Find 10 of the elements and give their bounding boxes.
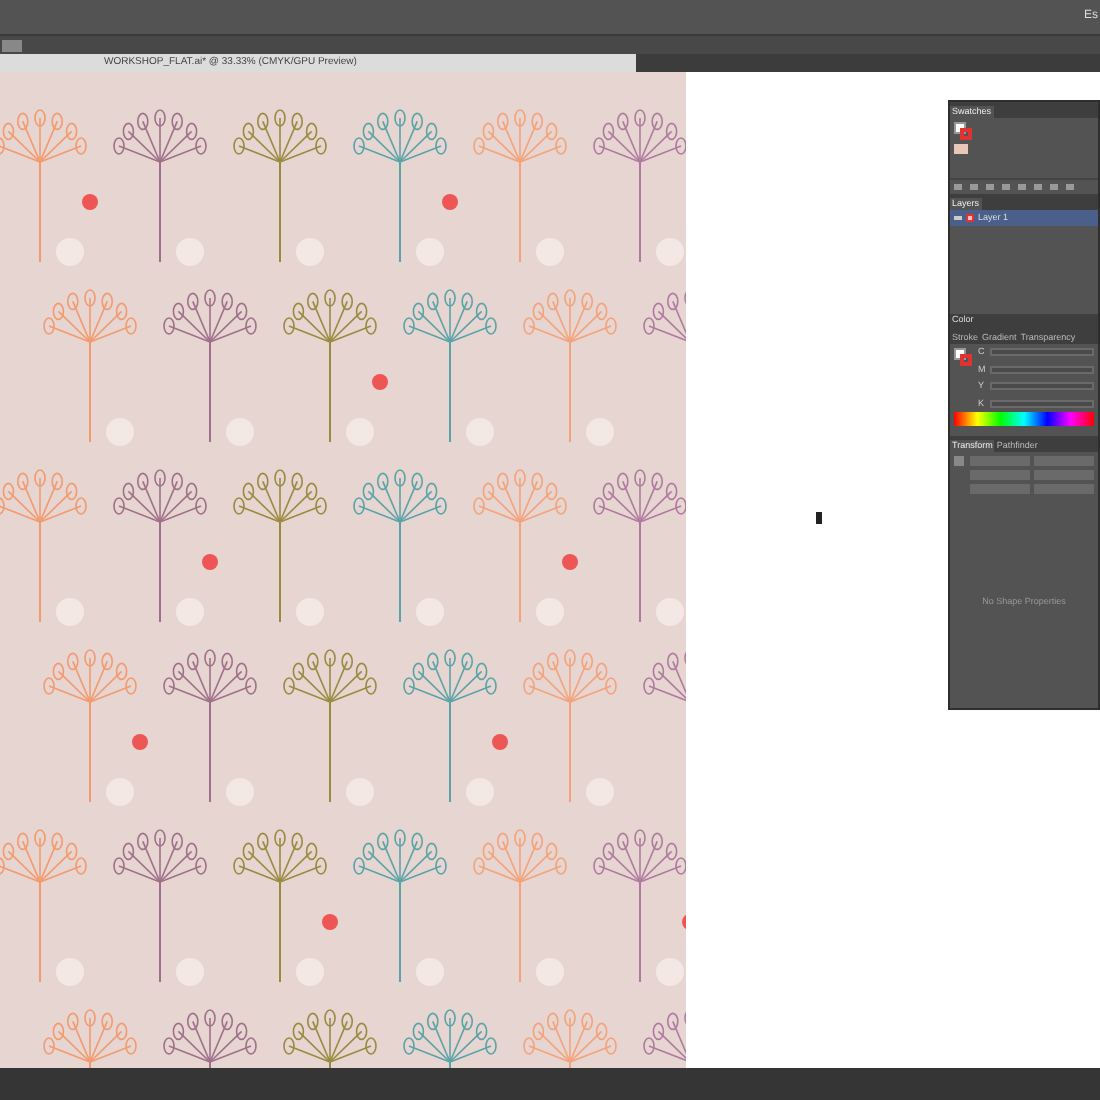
input-field[interactable] <box>990 365 1094 374</box>
input-field[interactable] <box>990 382 1094 391</box>
input-field[interactable] <box>990 348 1094 357</box>
input-field[interactable] <box>990 399 1094 408</box>
color-spectrum[interactable] <box>954 412 1094 426</box>
fill-stroke-icon[interactable] <box>954 122 972 140</box>
reference-point-icon[interactable] <box>954 456 964 466</box>
fill-stroke-icon[interactable] <box>954 348 972 366</box>
layer-thumbnail-icon <box>966 214 974 222</box>
swatch-icon[interactable] <box>954 144 968 154</box>
